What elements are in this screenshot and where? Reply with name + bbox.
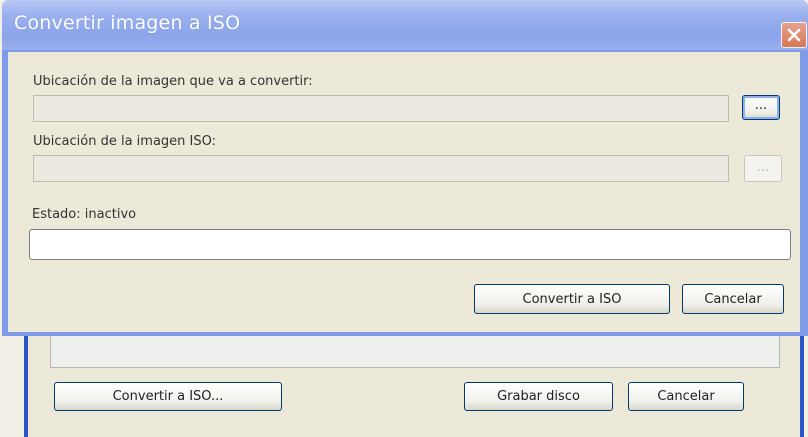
source-location-label: Ubicación de la imagen que va a converti…: [33, 74, 313, 89]
iso-location-label: Ubicación de la imagen ISO:: [33, 134, 217, 149]
title-bar: Convertir imagen a ISO: [2, 0, 808, 50]
browse-iso-button[interactable]: ...: [744, 155, 782, 182]
source-location-field[interactable]: [33, 95, 729, 122]
background-window: Convertir a ISO... Grabar disco Cancelar: [24, 330, 804, 437]
convert-to-iso-button[interactable]: Convertir a ISO: [474, 284, 670, 314]
dialog-title: Convertir imagen a ISO: [14, 12, 241, 34]
browse-source-button[interactable]: ...: [742, 95, 780, 120]
status-label: Estado: inactivo: [32, 207, 137, 222]
dialog-body: Ubicación de la imagen que va a converti…: [8, 52, 800, 332]
cancel-button[interactable]: Cancelar: [682, 284, 784, 314]
progress-bar: [29, 229, 791, 260]
close-button[interactable]: [781, 22, 807, 48]
iso-location-field[interactable]: [33, 155, 729, 182]
bg-convert-to-iso-button[interactable]: Convertir a ISO...: [54, 382, 282, 411]
bg-burn-disc-button[interactable]: Grabar disco: [464, 382, 613, 411]
bg-cancel-button[interactable]: Cancelar: [628, 382, 744, 411]
close-icon: [787, 28, 801, 42]
convert-image-dialog: Convertir imagen a ISO Ubicación de la i…: [2, 0, 808, 336]
